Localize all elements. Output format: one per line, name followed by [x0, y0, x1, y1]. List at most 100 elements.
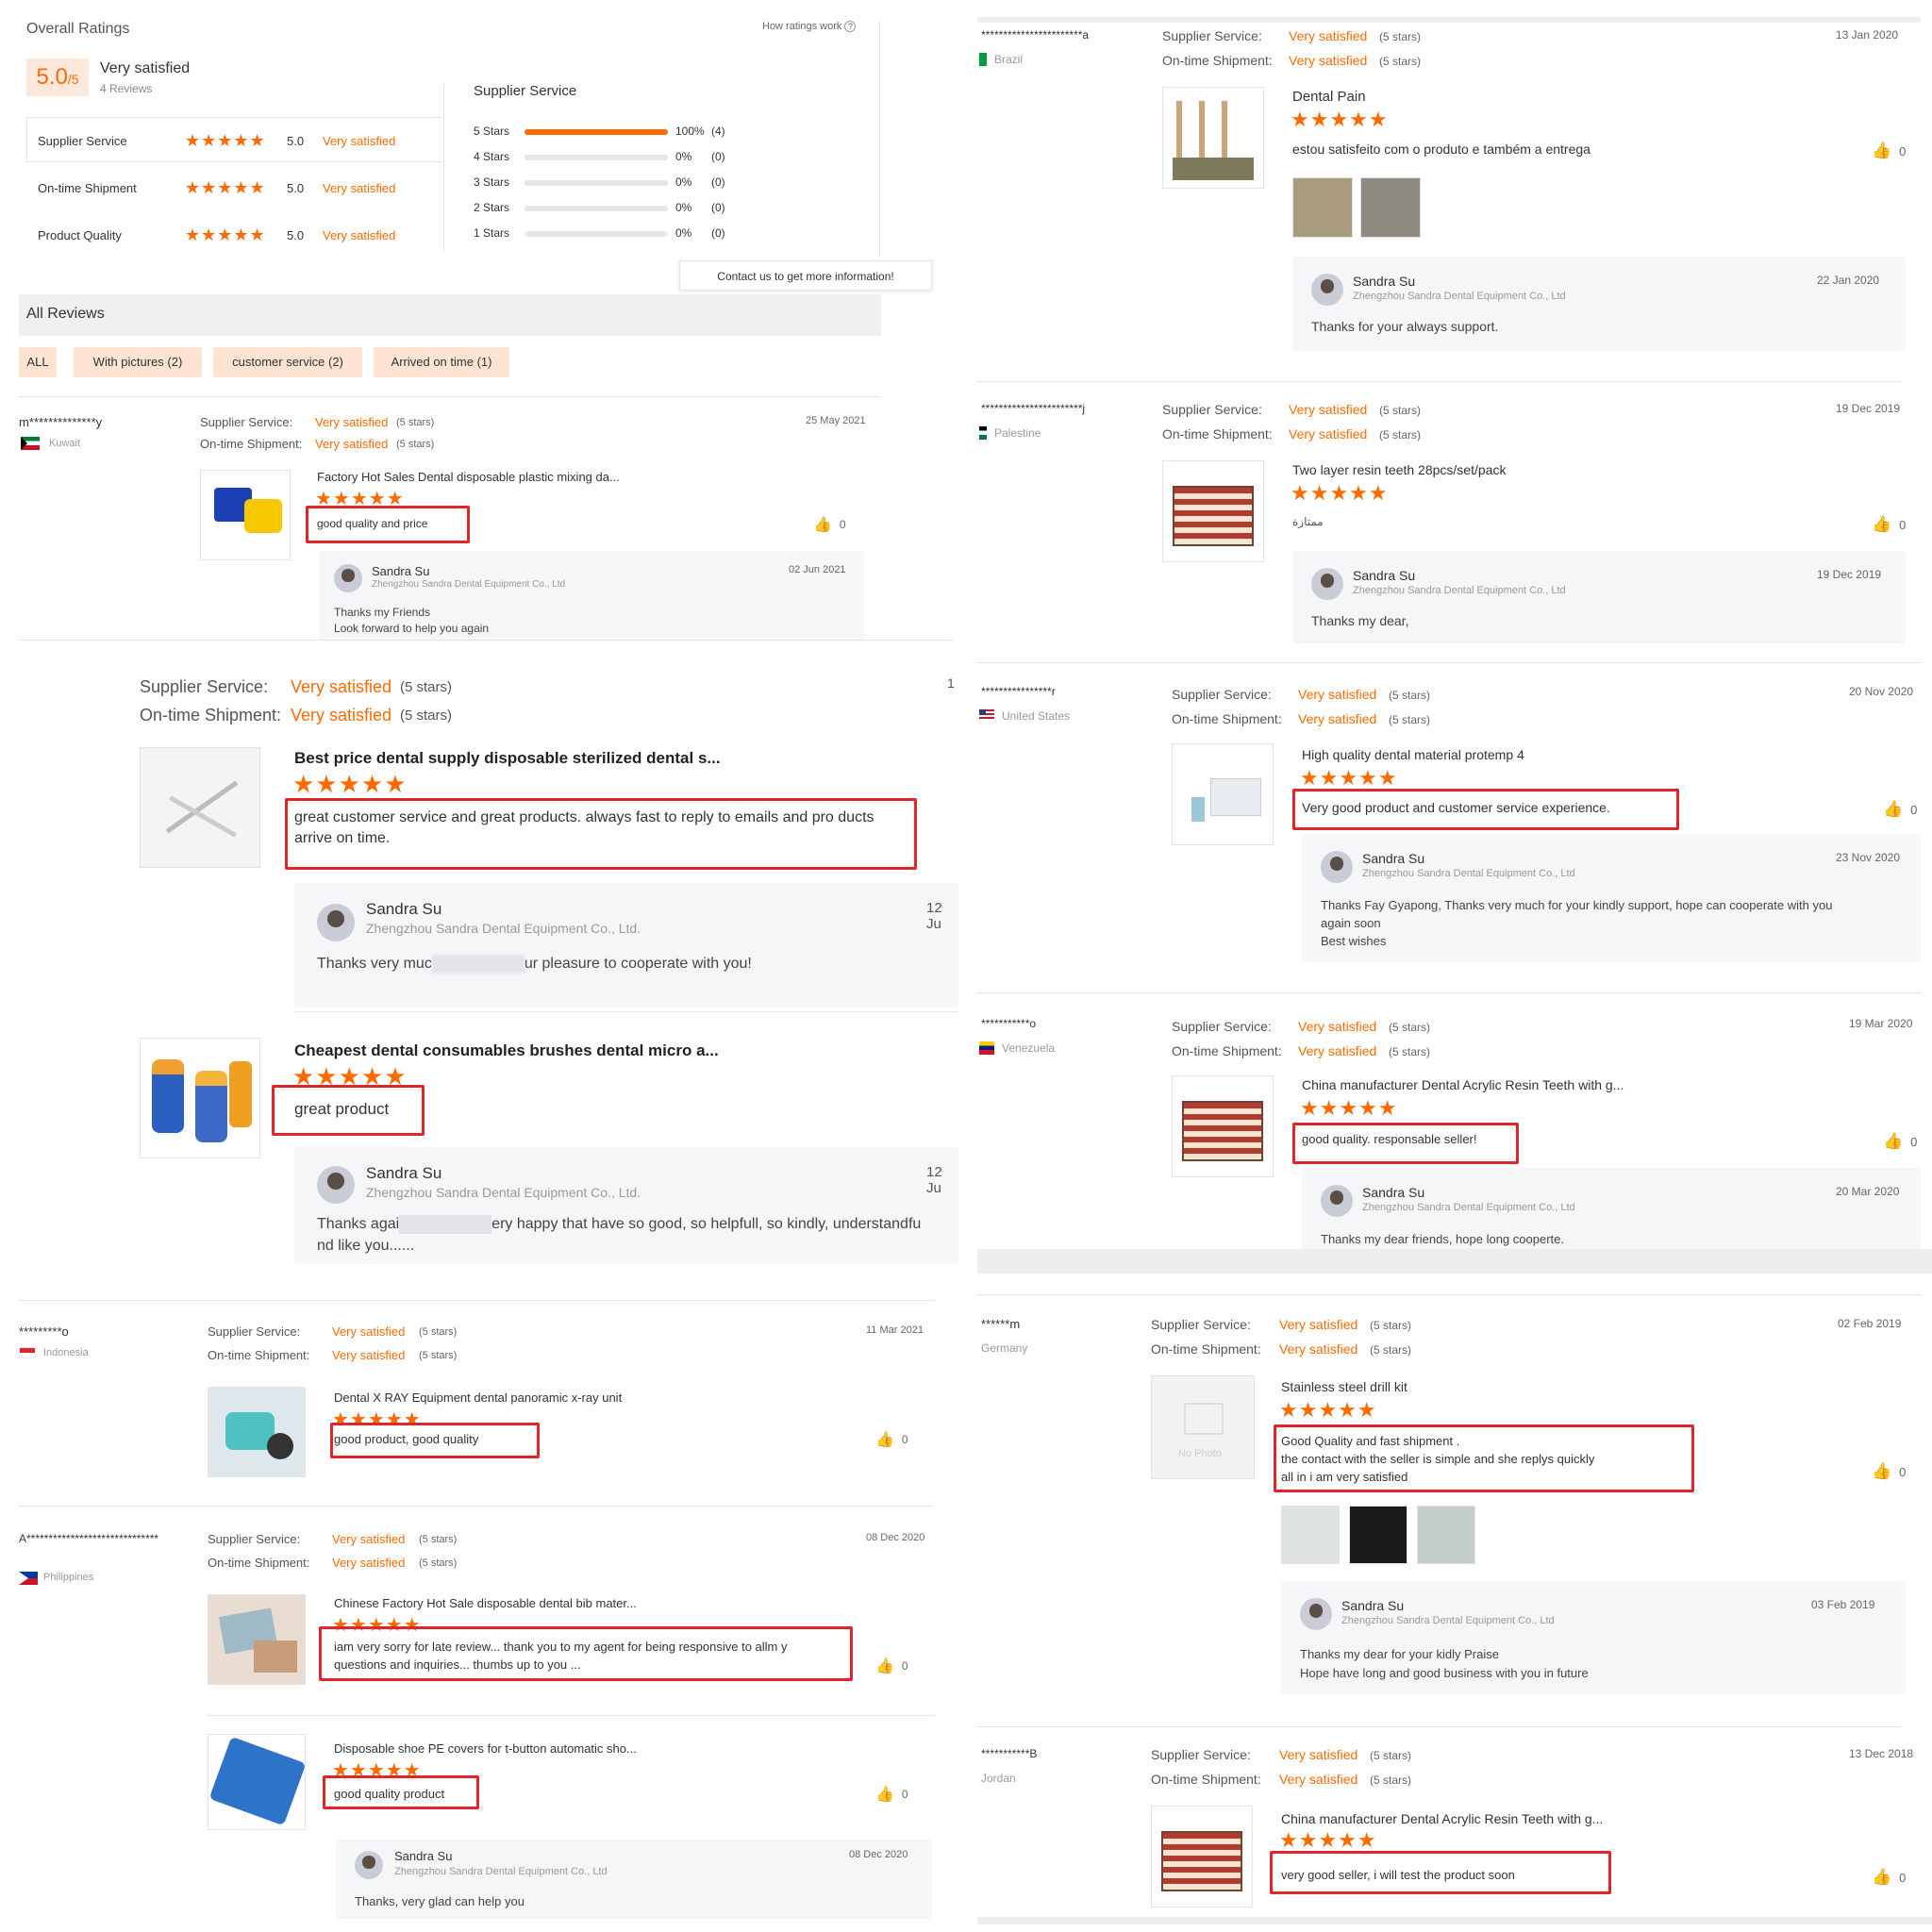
review-photo[interactable]: [1349, 1506, 1407, 1564]
rating-row: On-time Shipment ★★★★★ 5.0 Very satisfie…: [38, 178, 443, 197]
like-button[interactable]: 👍 0: [875, 1785, 908, 1804]
ontime-shipment-label: On-time Shipment:: [1151, 1772, 1261, 1787]
reply-text: Best wishes: [1321, 934, 1387, 948]
seller-company: Zhengzhou Sandra Dental Equipment Co., L…: [366, 921, 641, 936]
stars-count: (5 stars): [419, 1350, 458, 1361]
supplier-service-value: Very satisfied: [315, 415, 389, 429]
like-button[interactable]: 👍 0: [1872, 1868, 1906, 1887]
reply-text: Thanks agai ery happy that have so good, …: [317, 1215, 921, 1234]
like-button[interactable]: 👍 0: [1883, 800, 1917, 819]
like-button[interactable]: 👍 0: [1883, 1132, 1917, 1151]
product-title[interactable]: Best price dental supply disposable ster…: [294, 749, 721, 768]
filter-arrived-on-time[interactable]: Arrived on time (1): [374, 347, 509, 377]
product-image[interactable]: [140, 1038, 260, 1158]
breakdown-row: 3 Stars 0% (0): [474, 175, 757, 192]
product-image[interactable]: [1172, 1075, 1274, 1177]
help-icon: ?: [844, 21, 857, 32]
product-image[interactable]: [1172, 743, 1274, 845]
breakdown-count: (0): [711, 226, 725, 240]
product-title[interactable]: High quality dental material protemp 4: [1302, 747, 1524, 762]
like-button[interactable]: 👍 0: [1872, 142, 1906, 160]
product-image-placeholder[interactable]: No Photo: [1151, 1375, 1255, 1479]
like-button[interactable]: 👍 0: [813, 515, 846, 534]
reply-date: 19 Dec 2019: [1817, 568, 1882, 581]
supplier-service-label: Supplier Service:: [1162, 28, 1262, 43]
supplier-service-value: Very satisfied: [291, 677, 392, 696]
product-image[interactable]: [1162, 460, 1264, 562]
stars-count: (5 stars): [1370, 1749, 1412, 1762]
reviewer-country: Kuwait: [49, 438, 81, 449]
product-title[interactable]: China manufacturer Dental Acrylic Resin …: [1281, 1811, 1603, 1826]
product-title[interactable]: China manufacturer Dental Acrylic Resin …: [1302, 1077, 1624, 1092]
stars-count: (5 stars): [400, 708, 453, 724]
breakdown-label: 1 Stars: [474, 226, 510, 240]
product-image[interactable]: [208, 1734, 306, 1830]
reply-text: Hope have long and good business with yo…: [1300, 1666, 1589, 1680]
stars-icon: ★★★★★: [1279, 1398, 1377, 1422]
product-image[interactable]: [1151, 1806, 1253, 1907]
thumbs-up-icon: 👍: [1883, 1132, 1904, 1150]
overall-satisfaction: Very satisfied: [100, 60, 191, 76]
reply-text: Look forward to help you again: [334, 622, 490, 635]
filter-all[interactable]: ALL: [19, 347, 57, 377]
like-button[interactable]: 👍 0: [1872, 1462, 1906, 1481]
contact-button[interactable]: Contact us to get more information!: [679, 260, 932, 291]
product-image[interactable]: [1162, 87, 1264, 189]
supplier-service-label: Supplier Service:: [1172, 1019, 1272, 1034]
product-title[interactable]: Two layer resin teeth 28pcs/set/pack: [1292, 462, 1506, 477]
review-photo[interactable]: [1281, 1506, 1340, 1564]
filter-with-pictures[interactable]: With pictures (2): [74, 347, 202, 377]
top-border: [977, 17, 1921, 23]
like-button[interactable]: 👍 0: [1872, 515, 1906, 534]
rating-value: 5.0: [287, 228, 305, 242]
stars-icon: ★★★★★: [292, 770, 408, 798]
product-title[interactable]: Dental Pain: [1292, 89, 1366, 105]
like-count: 0: [1910, 802, 1918, 817]
flag-icon: [979, 53, 987, 66]
product-image[interactable]: [208, 1387, 306, 1477]
stars-icon: ★★★★★: [1300, 1096, 1398, 1120]
no-photo-label: No Photo: [1178, 1448, 1222, 1459]
ontime-shipment-label: On-time Shipment:: [1172, 1043, 1282, 1058]
avatar: [1311, 568, 1343, 600]
flag-icon: [979, 426, 987, 440]
product-image[interactable]: [208, 1594, 306, 1685]
how-ratings-link[interactable]: How ratings work ?: [762, 21, 857, 32]
review-photo[interactable]: [1417, 1506, 1475, 1564]
product-title[interactable]: Disposable shoe PE covers for t-button a…: [334, 1741, 637, 1756]
reply-text: again soon: [1321, 916, 1381, 930]
product-title[interactable]: Dental X RAY Equipment dental panoramic …: [334, 1391, 622, 1405]
highlight-box: [1292, 789, 1679, 830]
seller-company: Zhengzhou Sandra Dental Equipment Co., L…: [1353, 585, 1566, 596]
stars-icon: ★★★★★: [185, 131, 266, 150]
reply-text: Thanks for your always support.: [1311, 319, 1499, 334]
breakdown-percent: 100%: [675, 125, 705, 138]
reviewer-name: ***********************a: [981, 28, 1090, 42]
ontime-shipment-label: On-time Shipment:: [200, 437, 303, 451]
redacted-block: [431, 955, 525, 974]
review-photo[interactable]: [1292, 177, 1353, 238]
supplier-service-label: Supplier Service:: [208, 1324, 301, 1339]
like-count: 0: [901, 1788, 908, 1801]
product-image[interactable]: [140, 747, 260, 868]
like-button[interactable]: 👍 0: [875, 1430, 908, 1449]
like-count: 0: [1899, 143, 1907, 158]
reviewer-name: ***********B: [981, 1747, 1038, 1760]
product-title[interactable]: Factory Hot Sales Dental disposable plas…: [317, 470, 620, 484]
review-photo[interactable]: [1360, 177, 1421, 238]
seller-company: Zhengzhou Sandra Dental Equipment Co., L…: [1353, 291, 1566, 302]
product-image[interactable]: [200, 470, 291, 560]
highlight-box: [323, 1775, 479, 1809]
breakdown-bar: [525, 129, 668, 135]
product-title[interactable]: Chinese Factory Hot Sale disposable dent…: [334, 1596, 637, 1610]
supplier-service-label: Supplier Service:: [1151, 1317, 1251, 1332]
reply-text: Thanks my dear for your kidly Praise: [1300, 1647, 1499, 1661]
product-title[interactable]: Cheapest dental consumables brushes dent…: [294, 1041, 719, 1060]
seller-name: Sandra Su: [394, 1849, 453, 1863]
supplier-service-value: Very satisfied: [1298, 1019, 1377, 1034]
like-button[interactable]: 👍 0: [875, 1657, 908, 1675]
seller-name: Sandra Su: [1341, 1598, 1405, 1613]
filter-customer-service[interactable]: customer service (2): [213, 347, 362, 377]
product-title[interactable]: Stainless steel drill kit: [1281, 1379, 1407, 1394]
stars-count: (5 stars): [1370, 1319, 1412, 1332]
